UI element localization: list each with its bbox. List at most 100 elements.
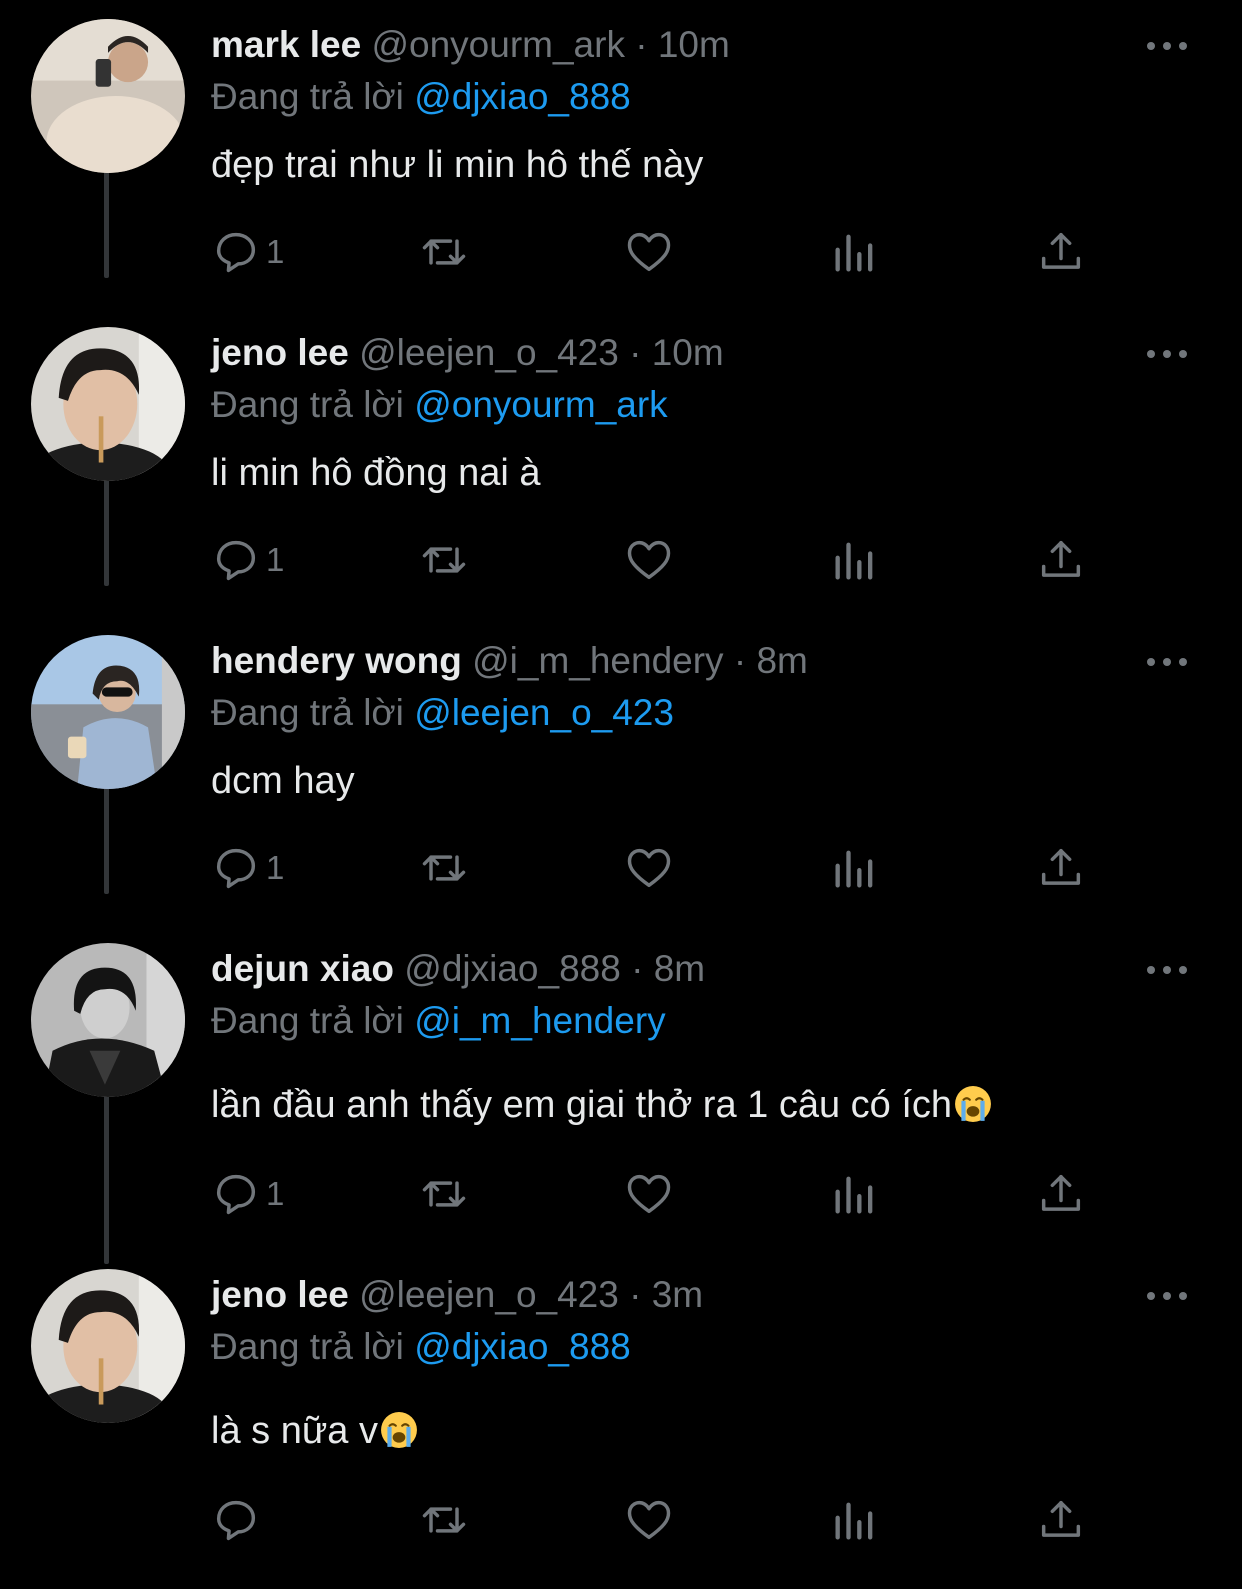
like-button[interactable]: [623, 222, 675, 282]
retweet-button[interactable]: [418, 222, 470, 282]
retweet-button[interactable]: [418, 838, 470, 898]
author-handle[interactable]: @djxiao_888: [404, 948, 621, 989]
share-button[interactable]: [1035, 838, 1087, 898]
reply-button[interactable]: [210, 1490, 266, 1550]
like-button[interactable]: [623, 530, 675, 590]
reply-count: 1: [266, 541, 285, 578]
more-icon[interactable]: [1147, 652, 1187, 672]
reply-button[interactable]: 1: [210, 222, 284, 282]
retweet-button[interactable]: [418, 1490, 470, 1550]
like-button[interactable]: [623, 1490, 675, 1550]
more-icon[interactable]: [1147, 36, 1187, 56]
tweet[interactable]: hendery wong @i_m_hendery · 8m Đang trả …: [0, 616, 1242, 924]
replying-to-handle[interactable]: @i_m_hendery: [414, 1000, 665, 1041]
author-handle[interactable]: @leejen_o_423: [359, 1274, 619, 1315]
retweet-icon: [422, 1181, 466, 1207]
share-icon: [1041, 848, 1081, 885]
replying-to-handle[interactable]: @djxiao_888: [414, 76, 631, 117]
author-name[interactable]: jeno lee: [211, 332, 349, 373]
avatar[interactable]: [31, 635, 185, 789]
reply-icon: [216, 848, 256, 889]
tweet-actions: 1: [0, 530, 1242, 590]
views-button[interactable]: [829, 1490, 881, 1550]
avatar[interactable]: [31, 1269, 185, 1423]
views-button[interactable]: [829, 530, 881, 590]
views-button[interactable]: [829, 222, 881, 282]
separator-dot: ·: [631, 948, 644, 989]
retweet-button[interactable]: [418, 1164, 470, 1224]
tweet-text-content: dcm hay: [211, 760, 355, 802]
replying-to: Đang trả lời @djxiao_888: [211, 72, 631, 122]
share-icon: [1041, 232, 1081, 269]
tweet-text: là s nữa v: [211, 1405, 418, 1457]
share-button[interactable]: [1035, 1490, 1087, 1550]
tweet-header: hendery wong @i_m_hendery · 8m: [211, 636, 808, 686]
tweet-header: dejun xiao @djxiao_888 · 8m: [211, 944, 705, 994]
retweet-button[interactable]: [418, 530, 470, 590]
loudly-crying-face-icon: [381, 1412, 417, 1448]
replying-to-label: Đang trả lời: [211, 384, 404, 425]
separator-dot: ·: [733, 640, 747, 681]
timestamp[interactable]: 8m: [654, 948, 705, 989]
author-name[interactable]: dejun xiao: [211, 948, 394, 989]
reply-icon: [216, 1174, 256, 1215]
heart-icon: [627, 848, 671, 888]
more-icon[interactable]: [1147, 344, 1187, 364]
loudly-crying-face-icon: [955, 1086, 991, 1122]
share-button[interactable]: [1035, 1164, 1087, 1224]
reply-thread: mark lee @onyourm_ark · 10m Đang trả lời…: [0, 0, 1242, 1589]
tweet-header: jeno lee @leejen_o_423 · 10m: [211, 328, 724, 378]
tweet[interactable]: jeno lee @leejen_o_423 · 10m Đang trả lờ…: [0, 308, 1242, 616]
timestamp[interactable]: 8m: [756, 640, 807, 681]
tweet-header: mark lee @onyourm_ark · 10m: [211, 20, 730, 70]
tweet-header: jeno lee @leejen_o_423 · 3m: [211, 1270, 703, 1320]
tweet-actions: 1: [0, 838, 1242, 898]
retweet-icon: [422, 547, 466, 573]
timestamp[interactable]: 10m: [658, 24, 730, 65]
views-button[interactable]: [829, 1164, 881, 1224]
share-icon: [1041, 1174, 1081, 1211]
reply-button[interactable]: 1: [210, 838, 284, 898]
reply-button[interactable]: 1: [210, 530, 284, 590]
tweet-actions: [0, 1490, 1242, 1550]
author-handle[interactable]: @i_m_hendery: [472, 640, 723, 681]
like-button[interactable]: [623, 1164, 675, 1224]
views-button[interactable]: [829, 838, 881, 898]
tweet[interactable]: dejun xiao @djxiao_888 · 8m Đang trả lời…: [0, 924, 1242, 1260]
author-handle[interactable]: @onyourm_ark: [371, 24, 625, 65]
like-button[interactable]: [623, 838, 675, 898]
separator-dot: ·: [635, 24, 648, 65]
replying-to-handle[interactable]: @leejen_o_423: [414, 692, 674, 733]
replying-to-handle[interactable]: @djxiao_888: [414, 1326, 631, 1367]
tweet-text: lần đầu anh thấy em giai thở ra 1 câu có…: [211, 1079, 992, 1131]
reply-button[interactable]: 1: [210, 1164, 284, 1224]
avatar[interactable]: [31, 943, 185, 1097]
replying-to-handle[interactable]: @onyourm_ark: [414, 384, 668, 425]
replying-to: Đang trả lời @djxiao_888: [211, 1322, 631, 1372]
replying-to-label: Đang trả lời: [211, 692, 404, 733]
timestamp[interactable]: 3m: [652, 1274, 703, 1315]
share-button[interactable]: [1035, 222, 1087, 282]
more-icon[interactable]: [1147, 1286, 1187, 1306]
reply-count: 1: [266, 849, 285, 886]
heart-icon: [627, 232, 671, 272]
reply-icon: [216, 232, 256, 273]
author-name[interactable]: jeno lee: [211, 1274, 349, 1315]
share-button[interactable]: [1035, 530, 1087, 590]
avatar[interactable]: [31, 19, 185, 173]
author-handle[interactable]: @leejen_o_423: [359, 332, 619, 373]
separator-dot: ·: [629, 332, 642, 373]
views-icon: [835, 234, 873, 272]
tweet[interactable]: jeno lee @leejen_o_423 · 3m Đang trả lời…: [0, 1250, 1242, 1589]
avatar[interactable]: [31, 327, 185, 481]
more-icon[interactable]: [1147, 960, 1187, 980]
views-icon: [835, 850, 873, 888]
tweet-text: li min hô đồng nai à: [211, 447, 541, 499]
author-name[interactable]: hendery wong: [211, 640, 462, 681]
tweet[interactable]: mark lee @onyourm_ark · 10m Đang trả lời…: [0, 0, 1242, 308]
timestamp[interactable]: 10m: [652, 332, 724, 373]
heart-icon: [627, 540, 671, 580]
replying-to: Đang trả lời @onyourm_ark: [211, 380, 668, 430]
tweet-text-content: là s nữa v: [211, 1410, 378, 1452]
author-name[interactable]: mark lee: [211, 24, 361, 65]
